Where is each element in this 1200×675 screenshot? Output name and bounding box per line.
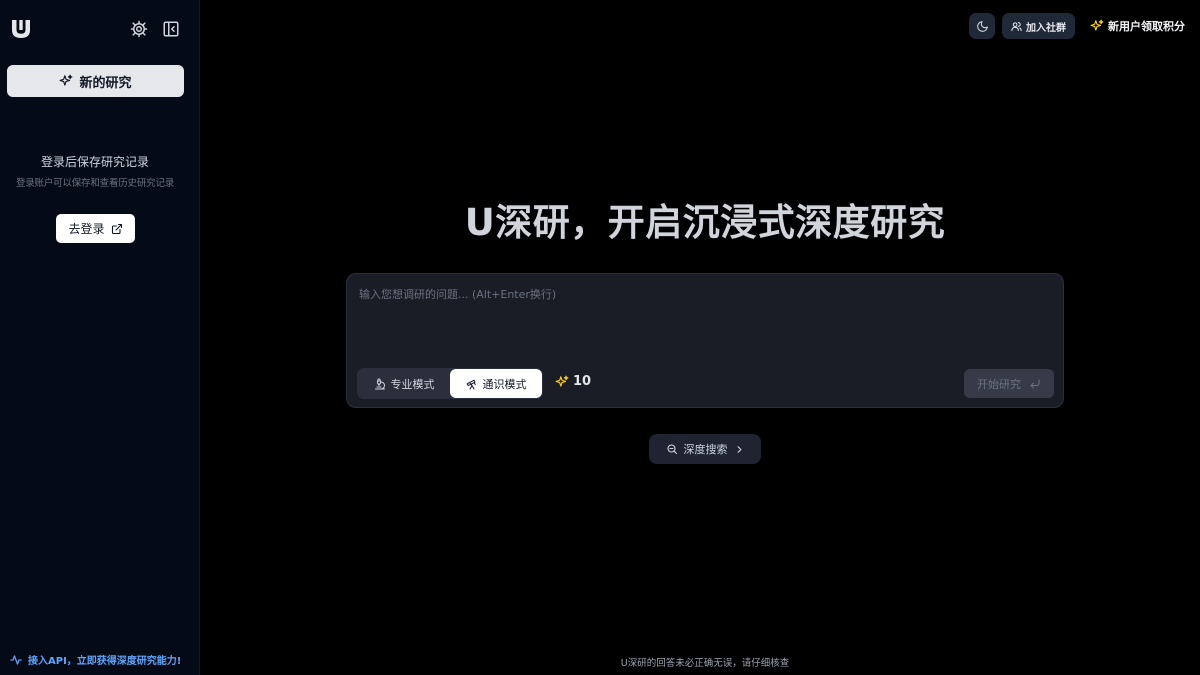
moon-icon bbox=[976, 20, 988, 32]
login-title: 登录后保存研究记录 bbox=[40, 155, 149, 169]
activity-icon bbox=[10, 654, 22, 665]
external-link-icon bbox=[111, 223, 122, 234]
telescope-icon bbox=[466, 379, 476, 389]
mode-selector: 专业模式 通识模式 bbox=[357, 368, 543, 399]
credits-value: 10 bbox=[573, 374, 592, 389]
login-button[interactable]: 去登录 bbox=[56, 214, 135, 243]
professional-mode-button[interactable]: 专业模式 bbox=[358, 369, 450, 398]
users-icon bbox=[1011, 21, 1022, 31]
start-research-button[interactable]: 开始研究 bbox=[964, 369, 1054, 398]
new-research-button[interactable]: 新的研究 bbox=[7, 65, 184, 97]
credits-counter: 10 bbox=[555, 374, 591, 389]
theme-toggle-button[interactable] bbox=[969, 13, 995, 39]
api-link[interactable]: 接入API，立即获得深度研究能力! bbox=[10, 652, 181, 667]
sparkle-icon bbox=[60, 74, 73, 86]
login-subtitle: 登录账户可以保存和查看历史研究记录 bbox=[15, 178, 175, 189]
microscope-icon bbox=[374, 378, 385, 389]
login-button-label: 去登录 bbox=[68, 222, 105, 236]
general-mode-label: 通识模式 bbox=[482, 377, 527, 391]
search-icon bbox=[666, 444, 677, 455]
gear-icon[interactable] bbox=[129, 19, 149, 39]
hero-title: U深研，开启沉浸式深度研究 bbox=[464, 201, 946, 244]
logo-icon[interactable] bbox=[9, 17, 33, 41]
claim-points-link[interactable]: 新用户领取积分 bbox=[1090, 13, 1185, 39]
api-link-label: 接入API，立即获得深度研究能力! bbox=[28, 656, 182, 667]
deep-search-button[interactable]: 深度搜索 bbox=[649, 434, 761, 464]
sparkle-icon bbox=[555, 375, 569, 387]
disclaimer-text: U深研的回答未必正确无误，请仔细核查 bbox=[620, 658, 790, 669]
join-community-button[interactable]: 加入社群 bbox=[1002, 13, 1075, 39]
professional-mode-label: 专业模式 bbox=[390, 377, 435, 391]
claim-points-label: 新用户领取积分 bbox=[1108, 20, 1185, 33]
start-research-label: 开始研究 bbox=[977, 377, 1021, 391]
enter-icon bbox=[1030, 379, 1040, 388]
collapse-sidebar-icon[interactable] bbox=[161, 19, 181, 39]
deep-search-label: 深度搜索 bbox=[683, 443, 728, 456]
research-input-box: 专业模式 通识模式 10 开始研究 bbox=[346, 273, 1064, 408]
sparkle-icon bbox=[1090, 19, 1104, 31]
sidebar: 新的研究 登录后保存研究记录 登录账户可以保存和查看历史研究记录 去登录 接入A… bbox=[0, 0, 200, 675]
new-research-label: 新的研究 bbox=[79, 75, 132, 91]
research-query-input[interactable] bbox=[359, 286, 1049, 356]
general-mode-button[interactable]: 通识模式 bbox=[450, 369, 542, 398]
chevron-right-icon bbox=[737, 445, 741, 453]
join-community-label: 加入社群 bbox=[1026, 22, 1066, 34]
